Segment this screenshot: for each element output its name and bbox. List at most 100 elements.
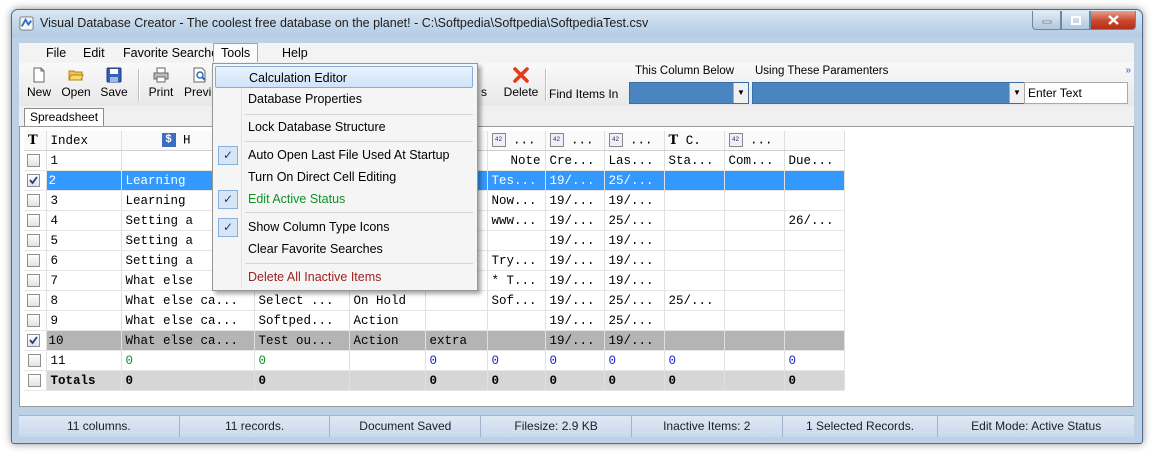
dropdown-arrow-icon[interactable]: ▼ xyxy=(1009,83,1024,103)
row-checkbox-cell[interactable] xyxy=(24,150,47,171)
row-index-cell[interactable]: 8 xyxy=(46,290,122,311)
grid-cell[interactable] xyxy=(784,190,845,211)
row-checkbox-cell[interactable] xyxy=(24,370,47,391)
row-checkbox[interactable] xyxy=(27,173,40,187)
grid-cell[interactable] xyxy=(724,190,785,211)
row-checkbox-cell[interactable] xyxy=(24,330,47,351)
grid-cell[interactable] xyxy=(724,270,785,291)
grid-cell[interactable]: Tes... xyxy=(487,170,546,191)
grid-cell[interactable]: 0 xyxy=(545,350,605,371)
grid-cell[interactable]: 25/... xyxy=(604,290,665,311)
row-index-cell[interactable]: 9 xyxy=(46,310,122,331)
grid-cell[interactable]: 0 xyxy=(425,350,488,371)
menu-lock-structure[interactable]: Lock Database Structure xyxy=(215,116,473,138)
toolbar-overflow-icon[interactable]: » xyxy=(1125,65,1131,76)
grid-cell[interactable]: 0 xyxy=(604,350,665,371)
grid-cell[interactable]: 19/... xyxy=(545,290,605,311)
grid-cell[interactable]: Due... xyxy=(784,150,845,171)
grid-cell[interactable]: 25/... xyxy=(604,210,665,231)
row-index-cell[interactable]: 5 xyxy=(46,230,122,251)
grid-cell[interactable]: 19/... xyxy=(545,270,605,291)
grid-cell[interactable]: Select ... xyxy=(254,290,350,311)
grid-cell[interactable]: 25/... xyxy=(604,170,665,191)
row-checkbox-cell[interactable] xyxy=(24,230,47,251)
row-checkbox-cell[interactable] xyxy=(24,210,47,231)
grid-cell[interactable] xyxy=(425,290,488,311)
menu-clear-favorites[interactable]: Clear Favorite Searches xyxy=(215,238,473,260)
menu-database-properties[interactable]: Database Properties xyxy=(215,88,473,110)
parameters-select[interactable]: ▼ xyxy=(752,82,1025,104)
grid-cell[interactable] xyxy=(664,190,725,211)
grid-cell[interactable] xyxy=(784,250,845,271)
grid-cell[interactable]: * T... xyxy=(487,270,546,291)
close-button[interactable] xyxy=(1090,11,1136,30)
grid-cell[interactable]: 25/... xyxy=(604,310,665,331)
save-button[interactable]: Save xyxy=(99,67,129,99)
menu-calculation-editor[interactable]: Calculation Editor xyxy=(215,66,473,88)
row-checkbox[interactable] xyxy=(28,373,41,387)
header-cell[interactable]: 42 ... xyxy=(724,131,785,151)
grid-cell[interactable]: 19/... xyxy=(545,310,605,331)
grid-cell[interactable] xyxy=(664,230,725,251)
hidden-toolbar-button[interactable]: s xyxy=(477,67,491,99)
minimize-button[interactable] xyxy=(1032,11,1061,30)
row-checkbox[interactable] xyxy=(27,293,40,307)
header-cell[interactable]: 42 ... xyxy=(545,131,605,151)
row-checkbox[interactable] xyxy=(27,313,40,327)
grid-cell[interactable]: What else ca... xyxy=(121,330,255,351)
row-index-cell[interactable]: 6 xyxy=(46,250,122,271)
row-index-cell[interactable]: 7 xyxy=(46,270,122,291)
menu-tools[interactable]: Tools xyxy=(213,43,259,62)
grid-cell[interactable]: 19/... xyxy=(545,170,605,191)
row-checkbox[interactable] xyxy=(27,153,40,167)
row-index-cell[interactable]: 10 xyxy=(46,330,122,351)
grid-cell[interactable]: 19/... xyxy=(604,250,665,271)
title-bar[interactable]: Visual Database Creator - The coolest fr… xyxy=(12,10,1142,37)
row-checkbox[interactable] xyxy=(27,213,40,227)
header-cell[interactable]: T C. xyxy=(664,131,725,151)
grid-cell[interactable]: Softped... xyxy=(254,310,350,331)
delete-button[interactable]: Delete xyxy=(502,67,540,99)
header-cell[interactable]: T xyxy=(24,131,47,151)
grid-cell[interactable]: 25/... xyxy=(664,290,725,311)
grid-cell[interactable]: 0 xyxy=(784,350,845,371)
grid-cell[interactable]: 0 xyxy=(254,350,350,371)
grid-cell[interactable]: Note xyxy=(487,150,546,171)
row-checkbox[interactable] xyxy=(27,233,40,247)
grid-cell[interactable]: What else ca... xyxy=(121,310,255,331)
grid-cell[interactable] xyxy=(664,250,725,271)
menu-delete-inactive[interactable]: Delete All Inactive Items xyxy=(215,266,473,288)
grid-cell[interactable]: Now... xyxy=(487,190,546,211)
print-button[interactable]: Print xyxy=(145,67,177,99)
grid-cell[interactable] xyxy=(784,170,845,191)
row-checkbox-cell[interactable] xyxy=(24,270,47,291)
grid-cell[interactable] xyxy=(724,210,785,231)
grid-cell[interactable]: 11 xyxy=(46,350,122,371)
grid-cell[interactable] xyxy=(784,270,845,291)
header-cell[interactable]: 42 ... xyxy=(487,131,546,151)
search-text-input[interactable]: Enter Text xyxy=(1024,82,1128,104)
grid-cell[interactable] xyxy=(724,350,785,371)
menu-help[interactable]: Help xyxy=(277,45,313,61)
grid-cell[interactable]: 19/... xyxy=(604,330,665,351)
grid-cell[interactable] xyxy=(724,250,785,271)
menu-auto-open[interactable]: ✓ Auto Open Last File Used At Startup xyxy=(215,144,473,166)
dropdown-arrow-icon[interactable]: ▼ xyxy=(733,83,748,103)
grid-cell[interactable]: Action xyxy=(349,330,426,351)
row-checkbox-cell[interactable] xyxy=(24,290,47,311)
grid-cell[interactable]: 19/... xyxy=(545,250,605,271)
grid-cell[interactable] xyxy=(724,330,785,351)
row-index-cell[interactable]: 1 xyxy=(46,150,122,171)
grid-cell[interactable]: Com... xyxy=(724,150,785,171)
row-checkbox-cell[interactable] xyxy=(24,250,47,271)
grid-cell[interactable] xyxy=(425,310,488,331)
grid-cell[interactable]: extra xyxy=(425,330,488,351)
grid-cell[interactable] xyxy=(724,310,785,331)
header-cell[interactable]: 42 ... xyxy=(604,131,665,151)
grid-cell[interactable]: 19/... xyxy=(604,270,665,291)
grid-cell[interactable]: Try... xyxy=(487,250,546,271)
grid-cell[interactable]: Cre... xyxy=(545,150,605,171)
row-index-cell[interactable]: 2 xyxy=(46,170,122,191)
menu-edit-active-status[interactable]: ✓ Edit Active Status xyxy=(215,188,473,210)
open-button[interactable]: Open xyxy=(60,67,92,99)
